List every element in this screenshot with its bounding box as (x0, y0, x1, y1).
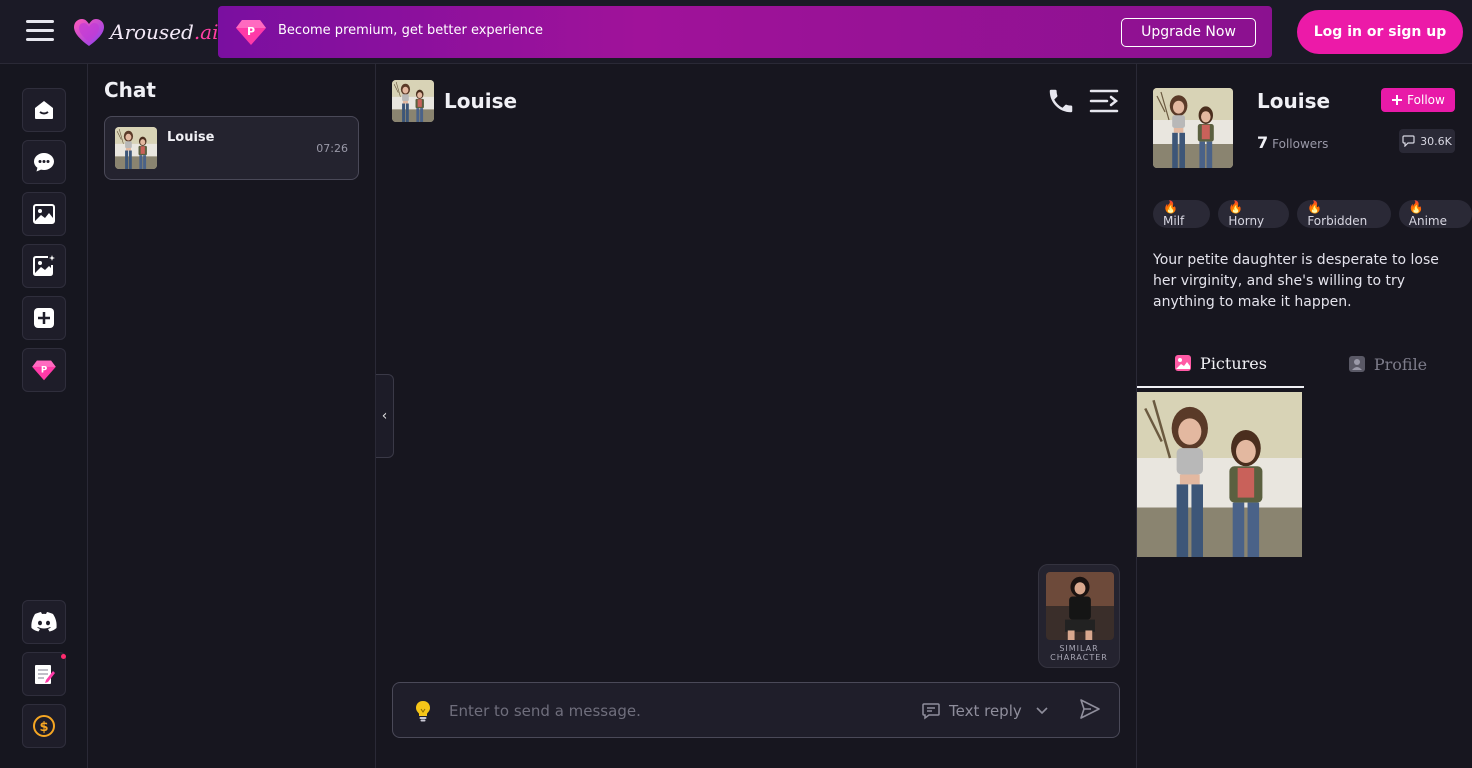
tab-profile-label: Profile (1373, 354, 1428, 374)
toggle-sidebar-icon[interactable] (1089, 88, 1119, 114)
rail-create-character-button[interactable] (22, 296, 66, 340)
message-composer: Text reply (392, 682, 1120, 738)
profile-tabs: Pictures Profile (1137, 340, 1472, 388)
message-input[interactable] (449, 695, 899, 727)
rail-generate-image-button[interactable] (22, 244, 66, 288)
create-character-icon (34, 308, 54, 328)
phone-call-icon[interactable] (1046, 86, 1076, 116)
coin-icon: $ (33, 715, 55, 737)
chat-icon (34, 153, 54, 172)
gallery-icon (33, 204, 55, 224)
rail-home-button[interactable] (22, 88, 66, 132)
tag-forbidden[interactable]: 🔥 Forbidden (1297, 200, 1391, 228)
character-profile-panel: Louise Follow 7 Followers 30.6K 🔥 Milf 🔥 … (1136, 64, 1472, 768)
tab-pictures[interactable]: Pictures (1137, 340, 1304, 388)
profile-icon (1348, 356, 1365, 372)
profile-name: Louise (1257, 89, 1331, 113)
text-message-icon (922, 703, 940, 720)
chat-item-name: Louise (167, 130, 215, 145)
reply-mode-label: Text reply (949, 702, 1022, 720)
chevron-down-icon (1036, 707, 1048, 715)
login-signup-button[interactable]: Log in or sign up (1297, 10, 1463, 54)
plus-icon (1392, 95, 1403, 105)
premium-gem-icon: P (32, 360, 56, 381)
rail-chat-button[interactable] (22, 140, 66, 184)
svg-text:P: P (41, 365, 47, 375)
reply-mode-select[interactable]: Text reply (921, 699, 1048, 723)
similar-character-image (1046, 572, 1114, 640)
rail-gallery-button[interactable] (22, 192, 66, 236)
follow-button[interactable]: Follow (1381, 88, 1455, 112)
gallery-picture[interactable] (1137, 392, 1302, 557)
tag-list: 🔥 Milf 🔥 Horny 🔥 Forbidden 🔥 Anime (1153, 200, 1472, 228)
logo[interactable]: Aroused.ai (72, 16, 219, 48)
promo-text: Become premium, get better experience (278, 23, 544, 38)
notes-icon (35, 665, 55, 684)
left-nav-rail: P $ (0, 64, 88, 768)
premium-gem-icon: P (236, 20, 266, 45)
followers-count: 7 Followers (1257, 133, 1329, 152)
tag-horny[interactable]: 🔥 Horny (1218, 200, 1290, 228)
chat-item-time: 07:26 (316, 142, 348, 155)
hamburger-menu-icon[interactable] (26, 20, 54, 42)
tag-milf[interactable]: 🔥 Milf (1153, 200, 1211, 228)
chevron-left-icon: ‹ (381, 408, 388, 424)
generate-image-icon (33, 255, 55, 276)
premium-banner: P Become premium, get better experience … (218, 6, 1272, 58)
notification-dot (61, 654, 66, 659)
home-icon (35, 101, 53, 119)
rail-discord-button[interactable] (22, 600, 66, 644)
upgrade-now-button[interactable]: Upgrade Now (1121, 18, 1256, 47)
chat-bubble-icon (1402, 135, 1415, 147)
avatar[interactable] (392, 80, 434, 122)
chat-list-item[interactable]: Louise 07:26 (104, 116, 359, 180)
chat-list-title: Chat (104, 78, 156, 102)
follow-label: Follow (1407, 93, 1445, 107)
tab-profile[interactable]: Profile (1304, 340, 1471, 388)
rail-coins-button[interactable]: $ (22, 704, 66, 748)
collapse-chatlist-button[interactable]: ‹ (376, 374, 394, 458)
tag-anime[interactable]: 🔥 Anime (1398, 200, 1472, 228)
chat-list-panel: Chat Louise 07:26 (88, 64, 376, 768)
avatar[interactable] (1153, 88, 1233, 168)
lightbulb-icon[interactable] (413, 700, 433, 722)
conversation-title: Louise (444, 89, 518, 113)
message-count-badge: 30.6K (1399, 129, 1455, 153)
rail-premium-button[interactable]: P (22, 348, 66, 392)
discord-icon (31, 612, 57, 632)
top-bar: Aroused.ai P Become premium, get better … (0, 0, 1472, 64)
svg-text:$: $ (39, 720, 48, 735)
conversation-panel: Louise ‹ SIMILAR CHARACTER Text reply (376, 64, 1136, 768)
tab-pictures-label: Pictures (1200, 353, 1267, 373)
similar-character-label: SIMILAR CHARACTER (1050, 644, 1108, 662)
rail-notes-button[interactable] (22, 652, 66, 696)
avatar (115, 127, 157, 169)
svg-text:P: P (247, 25, 255, 38)
logo-heart-icon (74, 19, 104, 46)
pictures-icon (1175, 355, 1192, 371)
logo-text: Aroused.ai (110, 20, 219, 44)
send-icon[interactable] (1079, 698, 1101, 720)
character-description: Your petite daughter is desperate to los… (1153, 252, 1439, 310)
similar-character-card[interactable]: SIMILAR CHARACTER (1038, 564, 1120, 668)
followers-label: Followers (1272, 137, 1329, 151)
